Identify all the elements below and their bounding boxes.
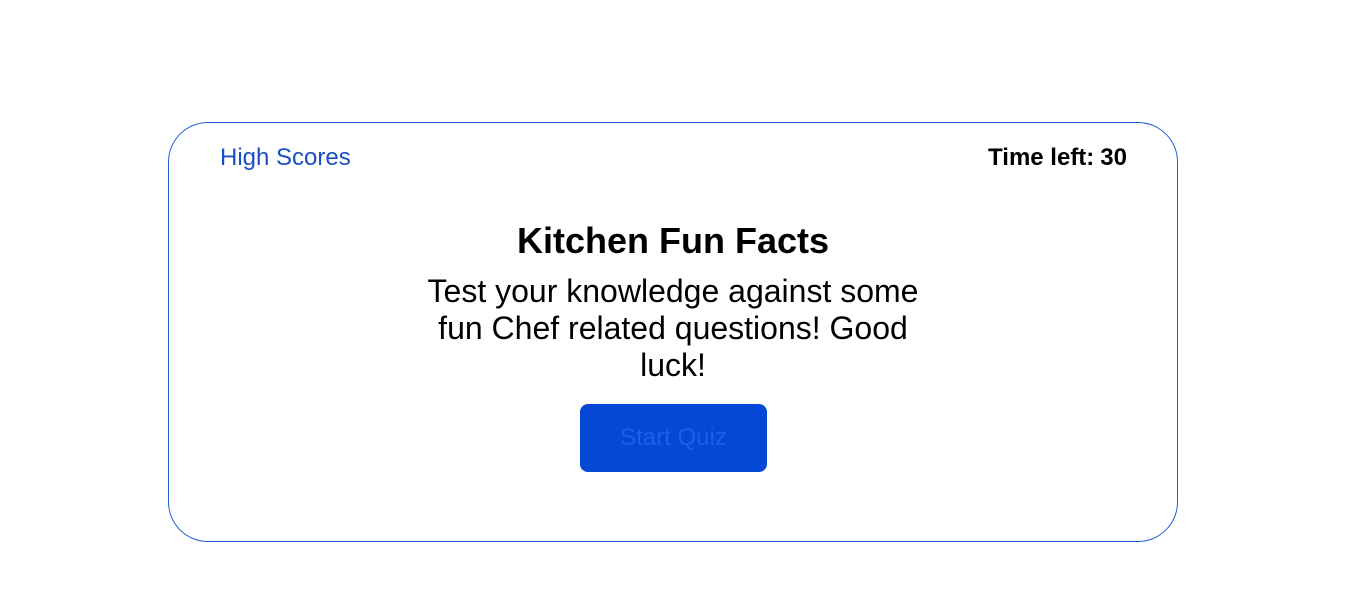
- quiz-card: High Scores Time left: 30 Kitchen Fun Fac…: [168, 122, 1178, 542]
- quiz-title: Kitchen Fun Facts: [516, 220, 830, 261]
- timer-label: Time left:: [988, 144, 1095, 171]
- start-quiz-button[interactable]: Start Quiz: [580, 404, 767, 472]
- intro-section: Kitchen Fun Facts Test your knowledge ag…: [169, 219, 1177, 384]
- timer-value: 30: [1100, 144, 1127, 171]
- high-scores-link[interactable]: High Scores: [220, 145, 351, 171]
- quiz-description: Test your knowledge against some fun Che…: [427, 273, 919, 383]
- timer: Time left: 30: [988, 145, 1127, 171]
